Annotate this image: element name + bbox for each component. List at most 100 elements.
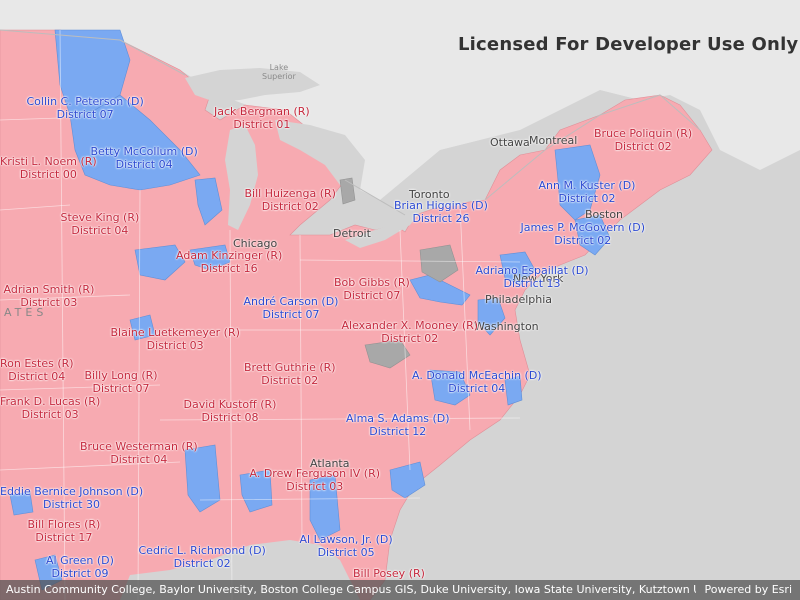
- district-label[interactable]: Alexander X. Mooney (R) District 02: [342, 319, 479, 345]
- district-label[interactable]: Betty McCollum (D) District 04: [91, 145, 198, 171]
- district-label[interactable]: Bill Flores (R) District 17: [28, 518, 101, 544]
- district-number: District 02: [261, 374, 319, 387]
- district-number: District 02: [173, 557, 231, 570]
- representative-name: A. Donald McEachin (D): [412, 369, 542, 382]
- representative-name: Kristi L. Noem (R): [0, 155, 97, 168]
- representative-name: Blaine Luetkemeyer (R): [110, 326, 240, 339]
- district-label[interactable]: Eddie Bernice Johnson (D) District 30: [0, 485, 143, 511]
- lake-superior-label-line1: Lake: [269, 63, 289, 72]
- district-number: District 17: [35, 531, 93, 544]
- district-label[interactable]: Blaine Luetkemeyer (R) District 03: [111, 326, 240, 352]
- district-label[interactable]: Brett Guthrie (R) District 02: [244, 361, 336, 387]
- district-label[interactable]: Steve King (R) District 04: [61, 211, 140, 237]
- attribution-sources[interactable]: Austin Community College, Baylor Univers…: [6, 580, 696, 600]
- representative-name: Brett Guthrie (R): [244, 361, 336, 374]
- district-number: District 04: [110, 453, 168, 466]
- district-number: District 02: [558, 192, 616, 205]
- district-number: District 02: [261, 200, 319, 213]
- district-number: District 02: [614, 140, 672, 153]
- representative-name: Betty McCollum (D): [90, 145, 198, 158]
- district-label[interactable]: Ann M. Kuster (D) District 02: [539, 179, 636, 205]
- district-number: District 04: [8, 370, 66, 383]
- district-label[interactable]: Alma S. Adams (D) District 12: [346, 412, 450, 438]
- representative-name: Collin C. Peterson (D): [26, 95, 144, 108]
- district-number: District 02: [381, 332, 439, 345]
- representative-name: Ann M. Kuster (D): [538, 179, 636, 192]
- attribution-bar: Austin Community College, Baylor Univers…: [0, 580, 800, 600]
- district-number: District 12: [369, 425, 427, 438]
- representative-name: Bill Posey (R): [353, 567, 425, 580]
- representative-name: Bill Flores (R): [27, 518, 101, 531]
- district-number: District 03: [20, 296, 78, 309]
- district-number: District 16: [200, 262, 258, 275]
- license-watermark: Licensed For Developer Use Only: [458, 34, 799, 55]
- district-label[interactable]: Bruce Westerman (R) District 04: [80, 440, 198, 466]
- representative-name: Brian Higgins (D): [394, 199, 488, 212]
- district-label[interactable]: Cedric L. Richmond (D) District 02: [139, 544, 266, 570]
- district-label[interactable]: Bob Gibbs (R) District 07: [334, 276, 410, 302]
- representative-name: André Carson (D): [243, 295, 339, 308]
- district-label[interactable]: Bruce Poliquin (R) District 02: [594, 127, 692, 153]
- district-number: District 03: [21, 408, 79, 421]
- district-number: District 03: [286, 480, 344, 493]
- representative-name: Bruce Poliquin (R): [594, 127, 693, 140]
- representative-name: Bill Huizenga (R): [244, 187, 336, 200]
- representative-name: David Kustoff (R): [183, 398, 277, 411]
- representative-name: Bruce Westerman (R): [80, 440, 198, 453]
- district-number: District 07: [343, 289, 401, 302]
- district-label[interactable]: James P. McGovern (D) District 02: [521, 221, 646, 247]
- district-label[interactable]: Bill Huizenga (R) District 02: [245, 187, 336, 213]
- representative-name: Cedric L. Richmond (D): [138, 544, 266, 557]
- district-label[interactable]: A. Drew Ferguson IV (R) District 03: [250, 467, 381, 493]
- city-philadelphia: Philadelphia: [485, 293, 553, 306]
- district-label[interactable]: Adam Kinzinger (R) District 16: [176, 249, 282, 275]
- district-number: District 00: [19, 168, 77, 181]
- district-number: District 01: [233, 118, 291, 131]
- district-number: District 07: [92, 382, 150, 395]
- representative-name: Bob Gibbs (R): [334, 276, 410, 289]
- city-detroit: Detroit: [333, 227, 371, 240]
- district-number: District 08: [201, 411, 259, 424]
- district-label[interactable]: David Kustoff (R) District 08: [184, 398, 277, 424]
- district-label[interactable]: Frank D. Lucas (R) District 03: [0, 395, 100, 421]
- representative-name: Al Green (D): [46, 554, 114, 567]
- district-label[interactable]: Kristi L. Noem (R) District 00: [0, 155, 97, 181]
- district-number: District 04: [448, 382, 506, 395]
- district-label[interactable]: Adrian Smith (R) District 03: [4, 283, 95, 309]
- district-number: District 02: [554, 234, 612, 247]
- representative-name: Billy Long (R): [84, 369, 158, 382]
- district-number: District 03: [146, 339, 204, 352]
- district-label[interactable]: Brian Higgins (D) District 26: [394, 199, 488, 225]
- district-label[interactable]: A. Donald McEachin (D) District 04: [412, 369, 542, 395]
- powered-by-esri[interactable]: Powered by Esri: [704, 580, 792, 600]
- representative-name: Al Lawson, Jr. (D): [299, 533, 393, 546]
- representative-name: Alma S. Adams (D): [346, 412, 450, 425]
- district-label[interactable]: Al Green (D) District 09: [46, 554, 114, 580]
- district-number: District 04: [115, 158, 173, 171]
- district-number: District 04: [71, 224, 129, 237]
- district-label[interactable]: Billy Long (R) District 07: [85, 369, 158, 395]
- representative-name: Ron Estes (R): [0, 357, 74, 370]
- district-number: District 07: [56, 108, 114, 121]
- district-label[interactable]: André Carson (D) District 07: [244, 295, 339, 321]
- district-label[interactable]: Al Lawson, Jr. (D) District 05: [300, 533, 393, 559]
- representative-name: Adrian Smith (R): [3, 283, 95, 296]
- lake-superior-label-line2: Superior: [262, 72, 296, 81]
- city-ottawa: Ottawa: [490, 136, 530, 149]
- representative-name: Steve King (R): [60, 211, 140, 224]
- district-number: District 13: [503, 277, 561, 290]
- district-number: District 09: [51, 567, 109, 580]
- district-label[interactable]: Collin C. Peterson (D) District 07: [27, 95, 144, 121]
- representative-name: Adriano Espaillat (D): [475, 264, 589, 277]
- district-number: District 07: [262, 308, 320, 321]
- district-label[interactable]: Bill Posey (R): [353, 567, 425, 580]
- representative-name: Adam Kinzinger (R): [176, 249, 283, 262]
- district-label[interactable]: Adriano Espaillat (D) District 13: [476, 264, 589, 290]
- city-boston: Boston: [585, 208, 624, 221]
- representative-name: A. Drew Ferguson IV (R): [249, 467, 381, 480]
- district-number: District 26: [412, 212, 470, 225]
- district-label[interactable]: Ron Estes (R) District 04: [0, 357, 74, 383]
- representative-name: Eddie Bernice Johnson (D): [0, 485, 144, 498]
- representative-name: Frank D. Lucas (R): [0, 395, 101, 408]
- district-label[interactable]: Jack Bergman (R) District 01: [214, 105, 310, 131]
